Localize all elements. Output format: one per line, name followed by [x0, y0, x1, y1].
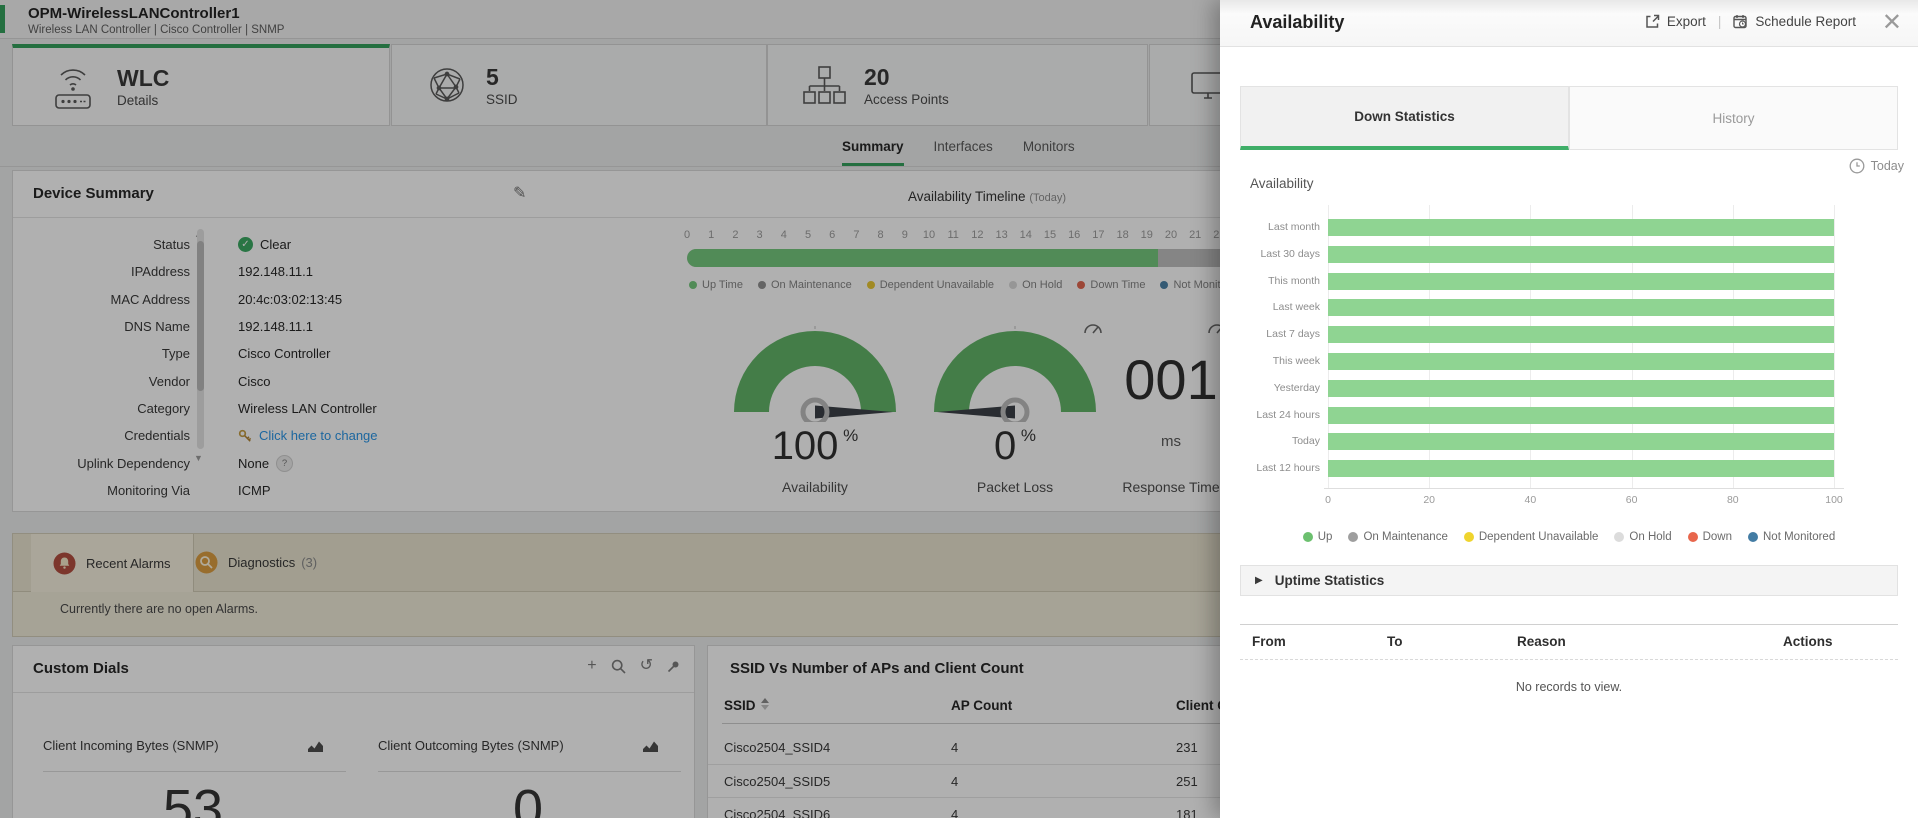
availability-panel: Availability Export | Schedul: [1220, 0, 1918, 818]
availability-bar-chart: 0 20 40 60 80 100 Last month Last 30 days Thi…: [1220, 0, 1918, 520]
legend-down: Down: [1688, 531, 1732, 543]
bar: [1328, 219, 1834, 236]
legend-on-maintenance: On Maintenance: [1348, 531, 1447, 543]
accordion-label: Uptime Statistics: [1275, 573, 1385, 588]
x-tick-label: 100: [1825, 494, 1843, 506]
x-tick-label: 40: [1525, 494, 1537, 506]
bar: [1328, 273, 1834, 290]
column-header-reason[interactable]: Reason: [1517, 634, 1566, 649]
records-table: From To Reason Actions: [1240, 624, 1898, 660]
bar: [1328, 460, 1834, 477]
bar: [1328, 353, 1834, 370]
column-header-from[interactable]: From: [1252, 634, 1286, 649]
bar: [1328, 407, 1834, 424]
bar-row-last-7-days: Last 7 days: [1220, 321, 1900, 348]
screen: OPM-WirelessLANController1 Wireless LAN …: [0, 0, 1918, 818]
bar-row-last-month: Last month: [1220, 214, 1900, 241]
uptime-statistics-accordion[interactable]: ▶ Uptime Statistics: [1240, 565, 1898, 596]
column-header-to[interactable]: To: [1387, 634, 1403, 649]
bar-row-last-24-hours: Last 24 hours: [1220, 402, 1900, 429]
bar-row-last-12-hours: Last 12 hours: [1220, 455, 1900, 482]
x-tick-label: 20: [1423, 494, 1435, 506]
bar-row-last-week: Last week: [1220, 294, 1900, 321]
x-tick-label: 0: [1325, 494, 1331, 506]
column-header-actions[interactable]: Actions: [1783, 634, 1833, 649]
bar: [1328, 433, 1834, 450]
bar-row-today: Today: [1220, 428, 1900, 455]
x-axis-line: [1324, 488, 1844, 489]
bar: [1328, 246, 1834, 263]
bar: [1328, 326, 1834, 343]
bar-row-this-month: This month: [1220, 268, 1900, 295]
bar-row-yesterday: Yesterday: [1220, 375, 1900, 402]
bar-row-last-30-days: Last 30 days: [1220, 241, 1900, 268]
chart-legend: Up On Maintenance Dependent Unavailable …: [1220, 531, 1918, 543]
bar: [1328, 380, 1834, 397]
legend-dependent-unavailable: Dependent Unavailable: [1464, 531, 1599, 543]
bar: [1328, 299, 1834, 316]
bar-row-this-week: This week: [1220, 348, 1900, 375]
empty-table-message: No records to view.: [1220, 680, 1918, 694]
legend-on-hold: On Hold: [1614, 531, 1671, 543]
legend-not-monitored: Not Monitored: [1748, 531, 1835, 543]
x-tick-label: 80: [1727, 494, 1739, 506]
x-tick-label: 60: [1626, 494, 1638, 506]
legend-up: Up: [1303, 531, 1333, 543]
chevron-right-icon: ▶: [1255, 575, 1263, 586]
